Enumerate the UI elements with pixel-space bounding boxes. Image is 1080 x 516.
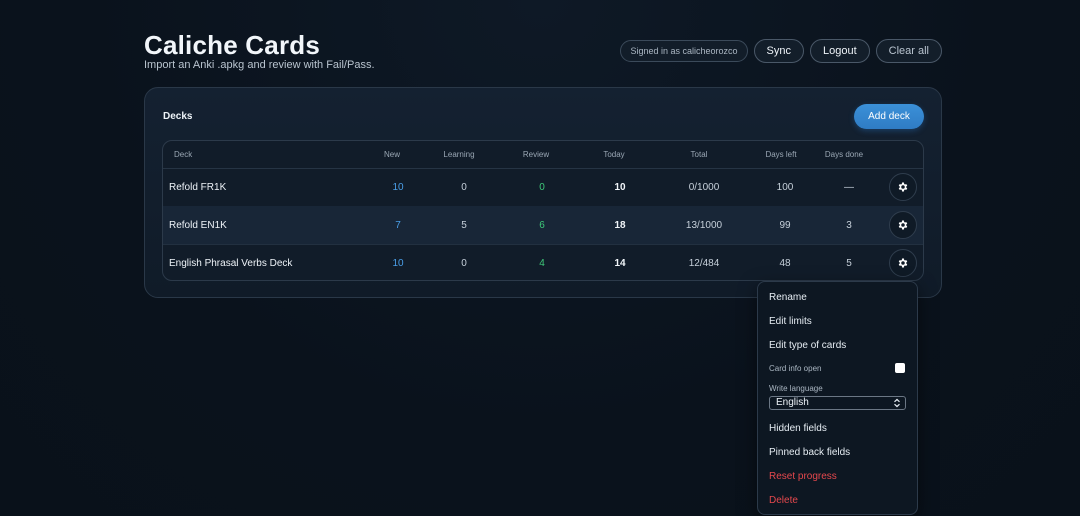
today-count: 14 bbox=[614, 258, 626, 269]
learning-count: 0 bbox=[461, 258, 467, 269]
header-total: Total bbox=[690, 150, 708, 159]
decks-panel-title: Decks bbox=[163, 111, 193, 122]
learning-count: 0 bbox=[461, 182, 467, 193]
new-count: 10 bbox=[392, 258, 404, 269]
menu-reset-progress[interactable]: Reset progress bbox=[769, 471, 837, 482]
table-row[interactable]: Refold EN1K 7 5 6 18 13/1000 99 3 bbox=[163, 206, 923, 245]
total-count: 0/1000 bbox=[688, 182, 720, 193]
decks-table: Deck New Learning Review Today Total Day… bbox=[162, 140, 924, 281]
header-review: Review bbox=[522, 150, 550, 159]
today-count: 18 bbox=[614, 220, 626, 231]
deck-name[interactable]: English Phrasal Verbs Deck bbox=[169, 258, 292, 269]
chevron-updown-icon bbox=[894, 398, 900, 408]
gear-icon bbox=[898, 220, 908, 230]
logout-button[interactable]: Logout bbox=[809, 39, 870, 63]
menu-delete[interactable]: Delete bbox=[769, 495, 798, 506]
new-count: 10 bbox=[392, 182, 404, 193]
total-count: 13/1000 bbox=[685, 220, 723, 231]
days-left: 99 bbox=[779, 220, 791, 231]
days-left: 48 bbox=[779, 258, 791, 269]
deck-settings-button[interactable] bbox=[889, 211, 917, 239]
deck-settings-button[interactable] bbox=[889, 249, 917, 277]
write-language-select[interactable]: English bbox=[769, 396, 906, 410]
card-info-open-checkbox[interactable] bbox=[895, 363, 905, 373]
write-language-label: Write language bbox=[769, 384, 823, 393]
menu-edit-type-of-cards[interactable]: Edit type of cards bbox=[769, 340, 846, 351]
menu-pinned-back-fields[interactable]: Pinned back fields bbox=[769, 447, 850, 458]
days-left: 100 bbox=[776, 182, 794, 193]
today-count: 10 bbox=[614, 182, 626, 193]
gear-icon bbox=[898, 258, 908, 268]
table-row[interactable]: Refold FR1K 10 0 0 10 0/1000 100 — bbox=[163, 168, 923, 207]
card-info-open-label: Card info open bbox=[769, 364, 822, 373]
app-title: Caliche Cards bbox=[144, 30, 321, 60]
total-count: 12/484 bbox=[688, 258, 720, 269]
menu-rename[interactable]: Rename bbox=[769, 292, 807, 303]
new-count: 7 bbox=[395, 220, 401, 231]
review-count: 4 bbox=[539, 258, 545, 269]
deck-settings-menu: Rename Edit limits Edit type of cards Ca… bbox=[757, 281, 918, 515]
write-language-value: English bbox=[776, 397, 809, 408]
review-count: 6 bbox=[539, 220, 545, 231]
header-today: Today bbox=[603, 150, 625, 159]
header-days-left: Days left bbox=[765, 150, 797, 159]
gear-icon bbox=[898, 182, 908, 192]
header-learning: Learning bbox=[443, 150, 475, 159]
deck-name[interactable]: Refold EN1K bbox=[169, 220, 227, 231]
app-subtitle: Import an Anki .apkg and review with Fai… bbox=[144, 59, 375, 71]
signed-in-badge: Signed in as calicheorozco bbox=[620, 40, 748, 62]
header-new: New bbox=[383, 150, 400, 159]
days-done: 3 bbox=[846, 220, 852, 231]
table-header: Deck New Learning Review Today Total Day… bbox=[163, 141, 923, 169]
header-days-done: Days done bbox=[824, 150, 864, 159]
top-toolbar: Signed in as calicheorozco Sync Logout C… bbox=[620, 39, 942, 63]
table-row[interactable]: English Phrasal Verbs Deck 10 0 4 14 12/… bbox=[163, 244, 923, 280]
sync-button[interactable]: Sync bbox=[753, 39, 804, 63]
menu-hidden-fields[interactable]: Hidden fields bbox=[769, 423, 827, 434]
learning-count: 5 bbox=[461, 220, 467, 231]
days-done: — bbox=[844, 182, 854, 193]
clear-all-button[interactable]: Clear all bbox=[875, 39, 942, 63]
menu-edit-limits[interactable]: Edit limits bbox=[769, 316, 812, 327]
deck-name[interactable]: Refold FR1K bbox=[169, 182, 226, 193]
review-count: 0 bbox=[539, 182, 545, 193]
header-deck: Deck bbox=[174, 150, 193, 159]
days-done: 5 bbox=[846, 258, 852, 269]
decks-panel: Decks Add deck Deck New Learning Review … bbox=[144, 87, 942, 298]
deck-settings-button[interactable] bbox=[889, 173, 917, 201]
add-deck-button[interactable]: Add deck bbox=[854, 104, 924, 129]
